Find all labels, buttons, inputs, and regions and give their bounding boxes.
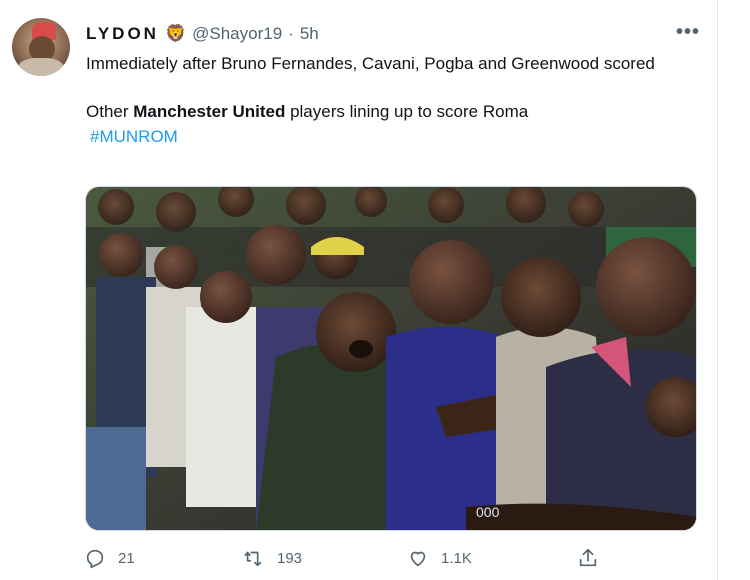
tweet-card[interactable]: LYDON 🦁 @Shayor19 · 5h ••• Immediately a… [0,0,718,580]
retweet-count: 193 [277,549,303,567]
tweet-line-1: Immediately after Bruno Fernandes, Cavan… [86,54,655,73]
tweet-header: LYDON 🦁 @Shayor19 · 5h [86,22,319,46]
crowd-photo-illustration: 000 [86,187,696,530]
heart-icon [410,551,426,567]
hashtag-link[interactable]: #MUNROM [90,127,178,146]
jersey-text: 000 [476,504,500,520]
like-button[interactable]: 1.1K [407,544,472,572]
avatar-body [18,58,64,76]
share-button[interactable] [577,544,599,572]
reply-count: 21 [118,549,135,567]
tweet-photo[interactable]: 000 [85,186,697,531]
user-avatar[interactable] [12,18,70,76]
lion-emoji-icon: 🦁 [164,24,187,43]
tweet-timestamp[interactable]: 5h [300,24,319,44]
tweet-line-2-suffix: players lining up to score Roma [285,102,529,121]
separator-dot: · [288,24,294,43]
tweet-text: Immediately after Bruno Fernandes, Cavan… [86,51,686,149]
retweet-button[interactable]: 193 [243,544,302,572]
like-count: 1.1K [441,549,472,567]
tweet-line-2: Other Manchester United players lining u… [86,99,686,124]
display-name[interactable]: LYDON [86,24,159,44]
tweet-line-2-prefix: Other [86,102,134,121]
tweet-actions: 21 193 1.1K [84,544,614,572]
retweet-icon [244,551,262,567]
reply-button[interactable]: 21 [84,544,135,572]
reply-icon [86,549,104,569]
share-icon [579,548,597,567]
tweet-line-2-bold: Manchester United [133,102,286,121]
more-options-icon[interactable]: ••• [676,22,700,42]
user-handle[interactable]: @Shayor19 [192,24,282,44]
hashtag-line: #MUNROM [86,124,686,149]
